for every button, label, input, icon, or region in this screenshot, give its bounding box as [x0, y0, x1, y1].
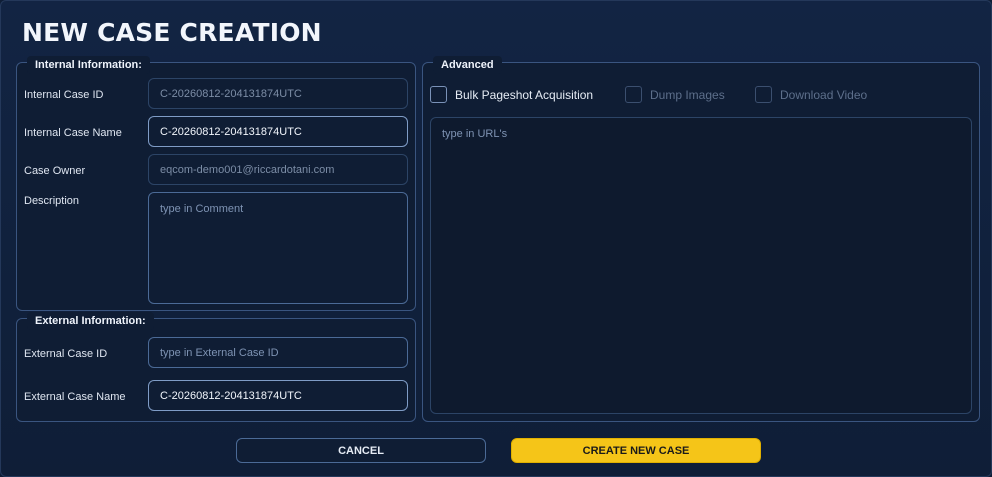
urls-textarea[interactable]: type in URL's	[430, 117, 972, 414]
internal-case-id-field: C-20260812-204131874UTC	[148, 78, 408, 109]
dump-images-checkbox[interactable]	[625, 86, 642, 103]
external-information-label: External Information:	[27, 312, 154, 330]
dump-images-label[interactable]: Dump Images	[650, 88, 725, 102]
bulk-pageshot-checkbox[interactable]	[430, 86, 447, 103]
download-video-label[interactable]: Download Video	[780, 88, 867, 102]
new-case-dialog: NEW CASE CREATION Internal Information: …	[0, 0, 992, 477]
description-textarea[interactable]: type in Comment	[148, 192, 408, 304]
description-label: Description	[24, 195, 80, 207]
internal-information-label: Internal Information:	[27, 56, 150, 74]
bulk-pageshot-label[interactable]: Bulk Pageshot Acquisition	[455, 88, 593, 102]
page-title: NEW CASE CREATION	[22, 18, 322, 47]
external-case-id-input[interactable]: type in External Case ID	[148, 337, 408, 368]
external-case-name-label: External Case Name	[24, 391, 126, 403]
case-owner-field: eqcom-demo001@riccardotani.com	[148, 154, 408, 185]
external-case-id-label: External Case ID	[24, 348, 108, 360]
cancel-button[interactable]: CANCEL	[236, 438, 486, 463]
internal-case-name-label: Internal Case Name	[24, 127, 122, 139]
create-new-case-button[interactable]: CREATE NEW CASE	[511, 438, 761, 463]
case-owner-label: Case Owner	[24, 165, 86, 177]
internal-information-group: Internal Information: Internal Case ID C…	[16, 56, 416, 311]
external-information-group: External Information: External Case ID t…	[16, 312, 416, 422]
external-case-name-input[interactable]: C-20260812-204131874UTC	[148, 380, 408, 411]
internal-case-id-label: Internal Case ID	[24, 89, 104, 101]
download-video-checkbox[interactable]	[755, 86, 772, 103]
advanced-group: Advanced Bulk Pageshot Acquisition Dump …	[422, 56, 980, 422]
advanced-label: Advanced	[433, 56, 502, 74]
internal-case-name-input[interactable]: C-20260812-204131874UTC	[148, 116, 408, 147]
